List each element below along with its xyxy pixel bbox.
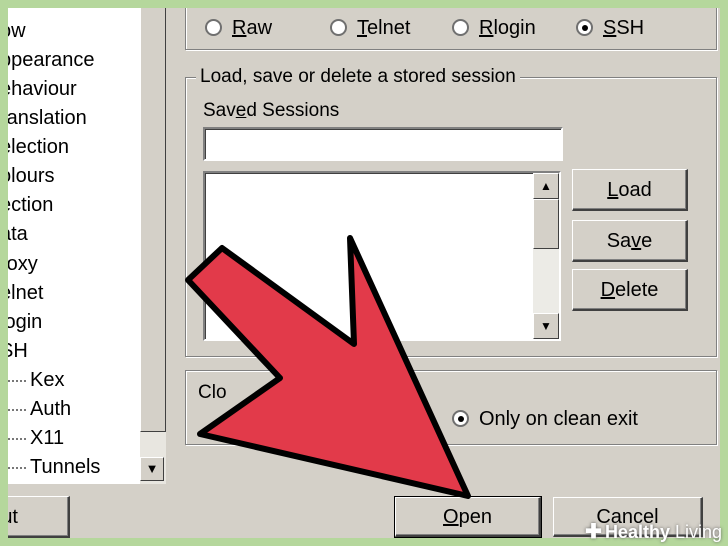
watermark: ✚ Healthy Living [585,521,722,543]
plus-icon: ✚ [585,521,602,543]
pointer-arrow-icon [185,235,471,499]
